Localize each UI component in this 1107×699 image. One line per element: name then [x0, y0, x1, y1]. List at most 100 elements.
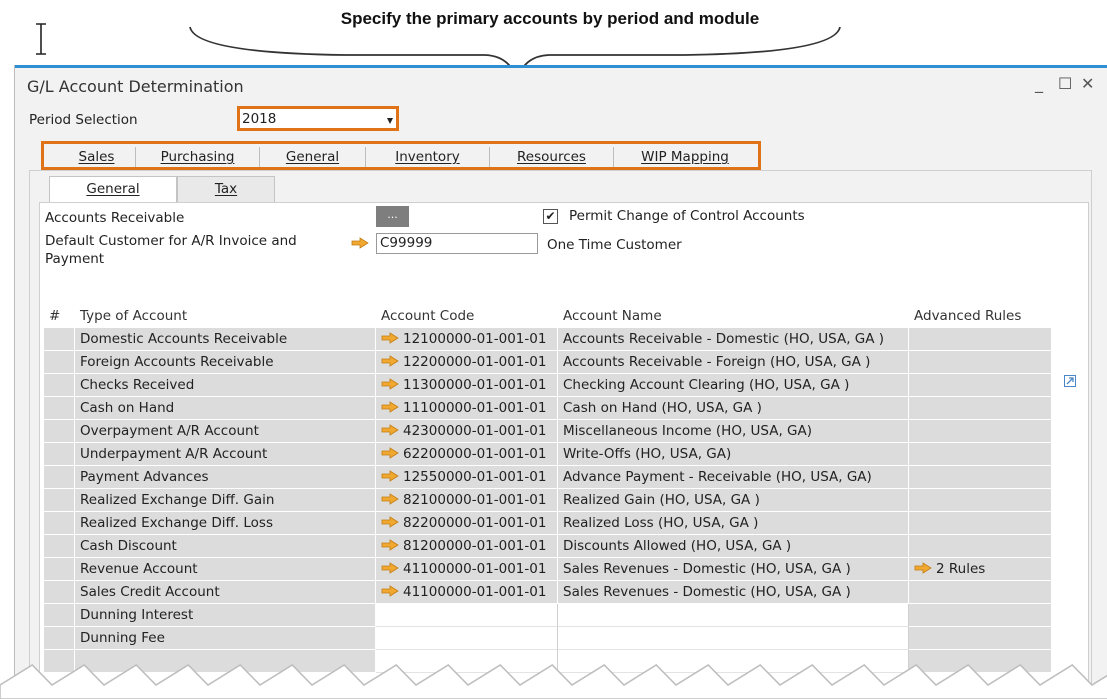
account-code-cell[interactable] [376, 627, 558, 650]
default-customer-name: One Time Customer [547, 237, 682, 253]
expand-icon[interactable] [1064, 375, 1076, 387]
permit-change-label: Permit Change of Control Accounts [569, 208, 805, 224]
account-name-cell: Sales Revenues - Domestic (HO, USA, GA ) [558, 558, 909, 581]
row-number-cell [44, 466, 75, 489]
link-arrow-icon[interactable] [381, 493, 399, 505]
row-number-cell [44, 443, 75, 466]
window-accent-bar [15, 65, 1107, 68]
type-of-account-cell: Cash on Hand [75, 397, 376, 420]
advanced-rules-cell[interactable] [909, 328, 1052, 351]
account-code-cell[interactable]: 82100000-01-001-01 [376, 489, 558, 512]
permit-change-checkbox[interactable]: ✔ [543, 209, 558, 224]
advanced-rules-cell[interactable] [909, 443, 1052, 466]
link-arrow-icon[interactable] [914, 562, 932, 574]
advanced-rules-cell[interactable] [909, 489, 1052, 512]
row-number-cell [44, 535, 75, 558]
advanced-rules-cell[interactable]: 2 Rules [909, 558, 1052, 581]
account-name-cell [558, 627, 909, 650]
link-arrow-icon[interactable] [381, 562, 399, 574]
account-code-cell[interactable]: 12200000-01-001-01 [376, 351, 558, 374]
account-code-cell[interactable] [376, 604, 558, 627]
row-number-cell [44, 374, 75, 397]
link-arrow-icon[interactable] [381, 355, 399, 367]
row-number-cell [44, 420, 75, 443]
advanced-rules-cell[interactable] [909, 604, 1052, 627]
header-account-code[interactable]: Account Code [376, 305, 558, 328]
account-name-cell: Cash on Hand (HO, USA, GA ) [558, 397, 909, 420]
link-arrow-icon[interactable] [381, 585, 399, 597]
link-arrow-icon[interactable] [381, 401, 399, 413]
minimize-icon[interactable]: _ [1035, 74, 1043, 93]
account-code-cell[interactable]: 62200000-01-001-01 [376, 443, 558, 466]
type-of-account-cell: Domestic Accounts Receivable [75, 328, 376, 351]
accounts-receivable-button[interactable]: ... [376, 206, 409, 227]
advanced-rules-cell[interactable] [909, 397, 1052, 420]
link-arrow-icon[interactable] [381, 470, 399, 482]
torn-edge-decoration [0, 664, 1107, 699]
subtab-general[interactable]: General [49, 176, 177, 204]
link-arrow-icon[interactable] [381, 378, 399, 390]
type-of-account-cell: Payment Advances [75, 466, 376, 489]
type-of-account-cell: Cash Discount [75, 535, 376, 558]
account-code-cell[interactable]: 11300000-01-001-01 [376, 374, 558, 397]
header-account-name[interactable]: Account Name [558, 305, 909, 328]
type-of-account-cell: Checks Received [75, 374, 376, 397]
link-arrow-icon[interactable] [351, 237, 369, 249]
subtab-tax[interactable]: Tax [177, 176, 275, 202]
link-arrow-icon[interactable] [381, 332, 399, 344]
link-arrow-icon[interactable] [381, 516, 399, 528]
account-name-cell: Realized Loss (HO, USA, GA ) [558, 512, 909, 535]
link-arrow-icon[interactable] [381, 424, 399, 436]
type-of-account-cell: Underpayment A/R Account [75, 443, 376, 466]
module-tabs-highlight [41, 141, 761, 170]
account-code-cell[interactable]: 12550000-01-001-01 [376, 466, 558, 489]
period-selection-value: 2018 [242, 111, 277, 127]
row-number-cell [44, 328, 75, 351]
header-type-of-account[interactable]: Type of Account [75, 305, 376, 328]
advanced-rules-cell[interactable] [909, 512, 1052, 535]
type-of-account-cell: Dunning Interest [75, 604, 376, 627]
row-number-cell [44, 558, 75, 581]
advanced-rules-cell[interactable] [909, 627, 1052, 650]
advanced-rules-cell[interactable] [909, 351, 1052, 374]
row-number-cell [44, 397, 75, 420]
account-name-cell: Discounts Allowed (HO, USA, GA ) [558, 535, 909, 558]
row-number-cell [44, 351, 75, 374]
account-code-cell[interactable]: 12100000-01-001-01 [376, 328, 558, 351]
account-code-cell[interactable]: 42300000-01-001-01 [376, 420, 558, 443]
account-name-cell: Write-Offs (HO, USA, GA) [558, 443, 909, 466]
advanced-rules-cell[interactable] [909, 466, 1052, 489]
type-of-account-cell: Dunning Fee [75, 627, 376, 650]
maximize-icon[interactable]: ☐ [1058, 74, 1072, 93]
header-advanced-rules[interactable]: Advanced Rules [909, 305, 1052, 328]
advanced-rules-cell[interactable] [909, 374, 1052, 397]
row-number-cell [44, 604, 75, 627]
period-selection-dropdown[interactable]: 2018 [237, 106, 399, 131]
account-code-cell[interactable]: 41100000-01-001-01 [376, 558, 558, 581]
type-of-account-cell: Revenue Account [75, 558, 376, 581]
accounts-receivable-label: Accounts Receivable [45, 210, 185, 226]
period-selection-label: Period Selection [29, 112, 138, 128]
row-number-cell [44, 627, 75, 650]
row-number-cell [44, 489, 75, 512]
account-code-cell[interactable]: 82200000-01-001-01 [376, 512, 558, 535]
link-arrow-icon[interactable] [381, 447, 399, 459]
row-number-cell [44, 512, 75, 535]
default-customer-label-line2: Payment [45, 251, 105, 267]
close-icon[interactable]: ✕ [1081, 74, 1094, 93]
advanced-rules-cell[interactable] [909, 581, 1052, 604]
account-code-cell[interactable]: 81200000-01-001-01 [376, 535, 558, 558]
type-of-account-cell: Sales Credit Account [75, 581, 376, 604]
account-code-cell[interactable]: 41100000-01-001-01 [376, 581, 558, 604]
account-code-cell[interactable]: 11100000-01-001-01 [376, 397, 558, 420]
window-title: G/L Account Determination [27, 77, 244, 96]
advanced-rules-cell[interactable] [909, 535, 1052, 558]
header-number[interactable]: # [44, 305, 75, 328]
default-customer-label-line1: Default Customer for A/R Invoice and [45, 233, 297, 249]
link-arrow-icon[interactable] [381, 539, 399, 551]
advanced-rules-cell[interactable] [909, 420, 1052, 443]
default-customer-field[interactable]: C99999 [376, 233, 538, 254]
type-of-account-cell: Overpayment A/R Account [75, 420, 376, 443]
account-name-cell [558, 604, 909, 627]
dropdown-arrow-icon [387, 118, 393, 124]
